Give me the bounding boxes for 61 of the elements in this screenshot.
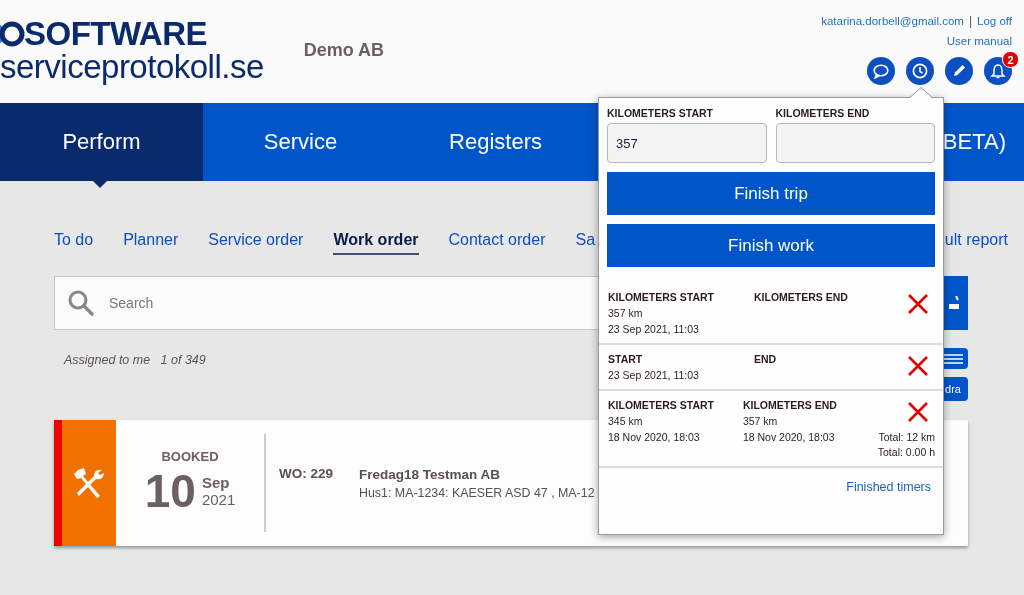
filter-count-text: Assigned to me 1 of 349 (64, 353, 206, 369)
separator-text: | (968, 14, 973, 28)
entry-value: 357 km (608, 307, 644, 319)
total-text: Total: 12 km (878, 431, 935, 443)
entry-label: KILOMETERS START (608, 399, 715, 411)
finish-button[interactable]: Finish trip (607, 172, 935, 215)
notification-badge: 2 (1002, 51, 1019, 68)
delete-button[interactable] (907, 401, 929, 423)
customer-name: Fredag18 Testman AB (359, 466, 502, 482)
tab[interactable]: Work order (333, 229, 419, 255)
timer-button[interactable] (906, 57, 934, 85)
company-name: Demo AB (303, 40, 385, 61)
date-month: Sep (201, 473, 231, 491)
field-label: KILOMETERS END (775, 107, 871, 119)
finished-timers-link[interactable]: Finished timers (846, 480, 931, 494)
delete-button[interactable] (907, 355, 929, 377)
tab[interactable]: ult report (944, 229, 1008, 255)
total-text: Total: 0.00 h (877, 446, 935, 458)
log-off-link[interactable]: Log off (977, 15, 1012, 27)
status-label: BOOKED (161, 448, 219, 464)
user-manual-link[interactable]: User manual (946, 35, 1012, 47)
nav-tab[interactable]: Perform (0, 103, 203, 181)
entry-label: KILOMETERS END (742, 399, 838, 411)
machine-details: Hus1: MA-1234: KAESER ASD 47 , MA-12 (359, 485, 595, 500)
notifications-button[interactable] (984, 57, 1012, 85)
clock-icon (912, 63, 928, 79)
close-icon (907, 293, 929, 315)
chat-icon (873, 63, 889, 79)
entry-label: START (608, 353, 644, 365)
pencil-icon (951, 63, 967, 79)
tab[interactable]: Sa (575, 229, 596, 255)
tab[interactable]: Service order (208, 229, 304, 255)
kilometers-input[interactable] (775, 123, 935, 163)
kilometers-input[interactable]: 357 (607, 123, 767, 163)
chat-button[interactable] (867, 57, 895, 85)
close-icon (907, 401, 929, 423)
delete-button[interactable] (907, 293, 929, 315)
selected-tab-pointer (93, 181, 107, 188)
entry-label: KILOMETERS END (754, 291, 849, 303)
work-order-number: WO: 229 (279, 465, 334, 481)
field-label: KILOMETERS START (607, 107, 714, 119)
logo-text: serviceprotokoll.se (0, 50, 264, 84)
bell-icon (990, 62, 1006, 80)
entry-label: KILOMETERS START (608, 291, 715, 303)
entry-time: 18 Nov 2020, 18:03 (608, 431, 701, 443)
entry-label: END (754, 353, 778, 365)
tools-icon (72, 466, 106, 500)
edit-button[interactable] (945, 57, 973, 85)
entry-time: 23 Sep 2021, 11:03 (608, 369, 700, 381)
tab[interactable]: Contact order (448, 229, 546, 255)
search-icon (67, 289, 95, 317)
tab[interactable]: Planner (123, 229, 179, 255)
logo-icon (0, 21, 26, 47)
logo-text: SOFTWARE (24, 18, 207, 50)
close-icon (907, 355, 929, 377)
entry-time: 18 Nov 2020, 18:03 (742, 431, 836, 443)
date-year: 2021 (201, 490, 236, 508)
finish-button[interactable]: Finish work (607, 224, 935, 267)
tab[interactable]: To do (54, 229, 94, 255)
date-day: 10 (144, 463, 196, 518)
user-email-link[interactable]: katarina.dorbell@gmail.com (821, 15, 964, 27)
